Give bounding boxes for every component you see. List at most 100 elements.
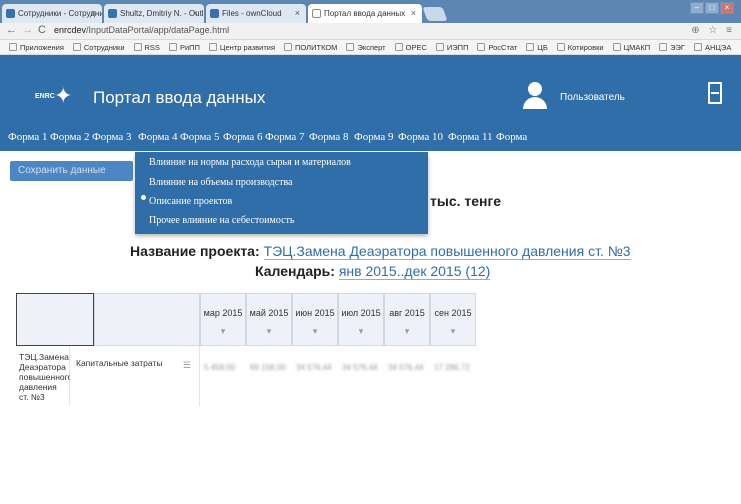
close-icon[interactable]: ×: [91, 4, 96, 23]
filter-icon[interactable]: ☰: [183, 360, 191, 370]
row-type-cell[interactable]: Капитальные затраты ☰: [70, 346, 200, 406]
value-cell[interactable]: 34 576,44: [388, 363, 424, 372]
filter-icon[interactable]: ▾: [247, 326, 291, 337]
bookmark-item[interactable]: Эксперт: [346, 40, 386, 54]
minimize-button[interactable]: –: [690, 2, 704, 14]
filter-icon[interactable]: ▾: [339, 326, 383, 337]
logo-text: ENRC: [35, 93, 55, 100]
filter-icon[interactable]: ▾: [201, 326, 245, 337]
value-cell[interactable]: 5 458,00: [204, 363, 235, 372]
close-icon[interactable]: ×: [193, 4, 198, 23]
menu-item-forma[interactable]: Форма 6: [223, 131, 263, 143]
filter-icon[interactable]: ▾: [385, 326, 429, 337]
bookmark-label: Приложения: [20, 43, 64, 52]
dropdown-item-selected[interactable]: Описание проектов: [149, 196, 232, 207]
close-icon[interactable]: ×: [411, 4, 416, 23]
menu-item-forma[interactable]: Форма 2: [50, 131, 90, 143]
menu-item-forma[interactable]: Форма 5: [180, 131, 220, 143]
column-header[interactable]: май 2015 ▾: [246, 293, 292, 346]
bookmark-item[interactable]: Центр развития: [208, 40, 276, 54]
bookmark-icon: [526, 43, 535, 51]
bookmark-label: RSS: [144, 43, 160, 52]
menu-item-forma[interactable]: Форма 7: [265, 131, 305, 143]
bookmark-item[interactable]: RSS: [133, 40, 160, 54]
bookmark-item[interactable]: ПОЛИТКОМ: [284, 40, 337, 54]
column-label: мар 2015: [203, 308, 243, 318]
reload-icon[interactable]: C: [38, 24, 46, 36]
bookmark-item[interactable]: РосСтат: [477, 40, 517, 54]
calendar-label: Календарь:: [255, 263, 335, 279]
menu-item-forma[interactable]: Форма 3: [92, 131, 132, 143]
close-icon[interactable]: ×: [295, 4, 300, 23]
menu-item-forma[interactable]: Форма 11: [448, 131, 493, 143]
bookmark-item[interactable]: ЦБ: [526, 40, 548, 54]
save-button[interactable]: Сохранить данные: [10, 161, 133, 181]
column-header[interactable]: июл 2015 ▾: [338, 293, 384, 346]
column-header[interactable]: июн 2015 ▾: [292, 293, 338, 346]
calendar-line: Календарь: янв 2015..дек 2015 (12): [255, 263, 491, 280]
bookmark-icon: [659, 43, 668, 51]
dropdown-item[interactable]: Влияние на объемы производства: [149, 177, 292, 188]
bookmark-item[interactable]: ИЭПП: [435, 40, 468, 54]
project-selector[interactable]: ТЭЦ.Замена Деаэратора повышенного давлен…: [263, 243, 631, 260]
menu-item-forma[interactable]: Форма 9: [354, 131, 394, 143]
browser-tab[interactable]: Сотрудники - Сотрудни ×: [2, 4, 102, 23]
dropdown-item[interactable]: Влияние на нормы расхода сырья и материа…: [149, 157, 351, 168]
value-cell[interactable]: 69 158,00: [250, 363, 286, 372]
new-tab-button[interactable]: [422, 7, 448, 21]
bookmark-icon: [693, 43, 702, 51]
column-label: сен 2015: [434, 308, 472, 318]
browser-tab[interactable]: Files - ownCloud ×: [206, 4, 306, 23]
user-name[interactable]: Пользователь: [560, 92, 625, 103]
column-header[interactable]: мар 2015 ▾: [200, 293, 246, 346]
value-cell[interactable]: 17 286,72: [434, 363, 470, 372]
dropdown-item[interactable]: Прочее влияние на себестоимость: [149, 215, 294, 226]
bookmark-item[interactable]: ОРЕС: [394, 40, 427, 54]
bookmark-item[interactable]: ЦМАКП: [612, 40, 651, 54]
back-icon[interactable]: ←: [6, 24, 17, 36]
bookmark-item[interactable]: РиПП: [168, 40, 200, 54]
bookmark-label: ЦБ: [537, 43, 548, 52]
menu-item-forma[interactable]: Форма 1: [8, 131, 48, 143]
value-cell[interactable]: 34 576,44: [342, 363, 378, 372]
bookmark-item[interactable]: Сотрудники: [72, 40, 125, 54]
forms-menu: Форма 1 Форма 2 Форма 3 Форма 4 Форма 5 Форма…: [0, 125, 741, 151]
bookmark-label: ЦМАКП: [623, 43, 651, 52]
calendar-selector[interactable]: янв 2015..дек 2015 (12): [338, 263, 491, 280]
browser-action-icons[interactable]: ⊕ ☆ ≡: [691, 25, 735, 36]
bookmark-icon: [168, 43, 177, 51]
app-title: Портал ввода данных: [93, 88, 266, 107]
bookmark-icon: [477, 43, 486, 51]
bookmark-icon: [435, 43, 444, 51]
menu-item-forma[interactable]: Форма: [496, 131, 527, 143]
row-project-label: ТЭЦ.Замена Деаэратора повышенного давлен…: [19, 352, 73, 402]
menu-item-forma[interactable]: Форма 4: [138, 131, 178, 143]
value-cell[interactable]: 34 576,44: [296, 363, 332, 372]
column-header[interactable]: сен 2015 ▾: [430, 293, 476, 346]
close-window-button[interactable]: ×: [720, 2, 734, 14]
grid-corner-cell: [16, 293, 94, 346]
menu-item-forma[interactable]: Форма 10: [398, 131, 443, 143]
menu-item-forma[interactable]: Форма 8: [309, 131, 349, 143]
bookmark-icon: [72, 43, 81, 51]
browser-tab-active[interactable]: Портал ввода данных ×: [308, 4, 422, 23]
logout-icon[interactable]: [708, 82, 722, 104]
browser-tab[interactable]: Shultz, Dmitriy N. - Outlo ×: [104, 4, 204, 23]
user-icon[interactable]: [520, 78, 550, 112]
bookmark-item[interactable]: Приложения: [9, 40, 64, 54]
bookmark-item[interactable]: Котировки: [556, 40, 604, 54]
bookmark-item[interactable]: ЭЭГ: [659, 40, 685, 54]
column-header[interactable]: авг 2015 ▾: [384, 293, 430, 346]
filter-icon[interactable]: ▾: [431, 326, 475, 337]
maximize-button[interactable]: □: [705, 2, 719, 14]
bookmark-item[interactable]: АНЦЭА: [693, 40, 732, 54]
filter-icon[interactable]: ▾: [293, 326, 337, 337]
forward-icon[interactable]: →: [22, 24, 33, 36]
tab-label: Shultz, Dmitriy N. - Outlo: [120, 9, 204, 18]
bookmark-label: ОРЕС: [405, 43, 427, 52]
tab-label: Files - ownCloud: [222, 9, 282, 18]
grid-header-blank: [94, 293, 200, 346]
bookmark-label: АНЦЭА: [704, 43, 732, 52]
url-field[interactable]: enrcdev/InputDataPortal/app/dataPage.htm…: [54, 25, 229, 35]
bookmark-label: Центр развития: [219, 43, 276, 52]
